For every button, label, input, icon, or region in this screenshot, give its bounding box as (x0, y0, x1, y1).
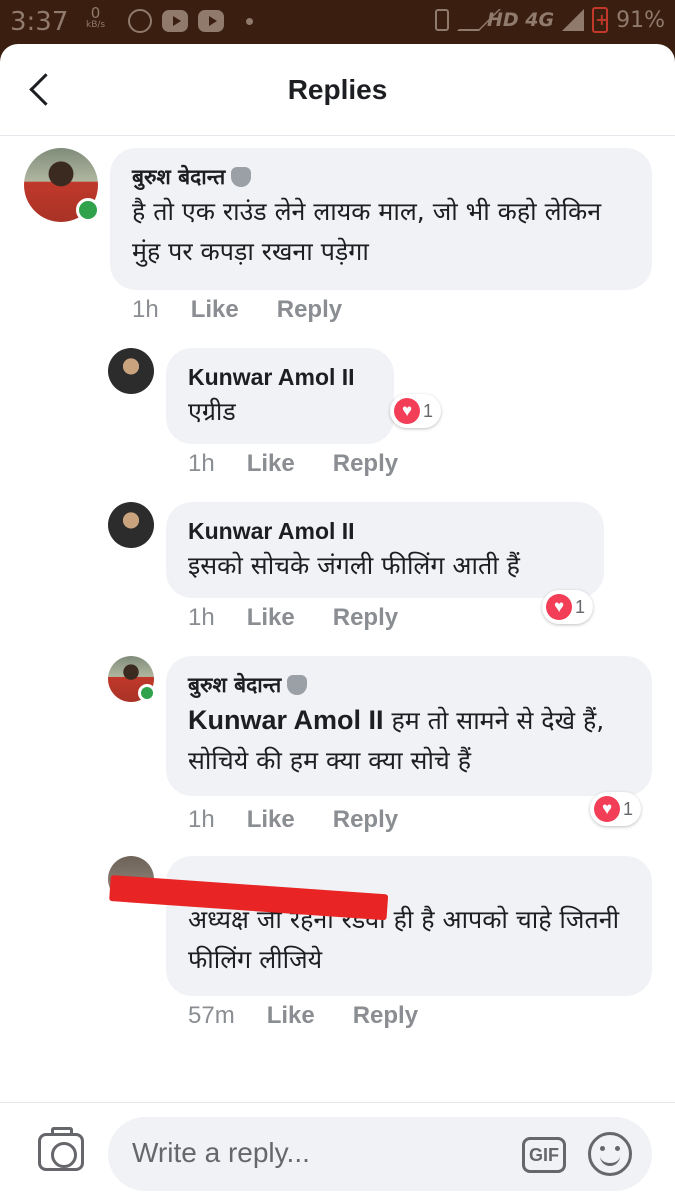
avatar[interactable] (108, 502, 154, 548)
replies-sheet: Replies बुरुश बेदान्त है तो एक राउंड लेन… (0, 44, 675, 1200)
comment-text: Kunwar Amol II हम तो सामने से देखे हैं, … (188, 700, 636, 781)
vibrate-icon (434, 9, 449, 31)
comment-actions: 57m Like Reply (188, 1002, 456, 1030)
reply-button[interactable]: Reply (333, 450, 398, 478)
reply-input[interactable]: Write a reply... (132, 1137, 310, 1169)
comment-bubble[interactable]: बुरुश बेदान्त Kunwar Amol II हम तो सामने… (166, 656, 652, 796)
comment-time[interactable]: 1h (132, 296, 159, 324)
love-reaction-icon (394, 398, 420, 424)
battery-charging-icon (592, 7, 608, 33)
gif-icon[interactable]: GIF (522, 1137, 566, 1173)
net-speed: 0 kB/s (86, 4, 106, 31)
comment-bubble[interactable]: Kunwar Amol II इसको सोचके जंगली फीलिंग आ… (166, 502, 604, 598)
wave-badge-icon (231, 167, 252, 187)
comment-actions: 1h Like Reply (188, 450, 436, 478)
comment-bubble[interactable]: Kunwar Amol II एग्रीड (166, 348, 394, 444)
notification-icons (128, 9, 253, 33)
mention-link[interactable]: Kunwar Amol II (188, 705, 384, 735)
like-button[interactable]: Like (267, 1002, 315, 1030)
more-notifications-icon (246, 17, 253, 25)
comment-text: अध्यक्ष जी रहना रंडवा ही है आपको चाहे जि… (188, 905, 620, 974)
reply-button[interactable]: Reply (353, 1002, 418, 1030)
reaction-badge[interactable]: 1 (590, 792, 642, 826)
comment-actions: 1h Like Reply (188, 604, 436, 632)
reply-button[interactable]: Reply (333, 806, 398, 834)
reply-input-box[interactable]: Write a reply... GIF (108, 1117, 652, 1191)
comment-author[interactable]: बुरुश बेदान्त (132, 162, 630, 192)
comment-bubble[interactable]: अध्यक्ष जी रहना रंडवा ही है आपको चाहे जि… (166, 856, 652, 996)
reply-button[interactable]: Reply (333, 604, 398, 632)
emoji-icon[interactable] (588, 1132, 632, 1176)
comment-time[interactable]: 1h (188, 450, 215, 478)
page-title: Replies (287, 74, 388, 105)
camera-icon[interactable] (38, 1127, 84, 1171)
signal-empty-icon (457, 9, 479, 31)
author-name[interactable]: बुरुश बेदान्त (132, 162, 225, 192)
reaction-badge[interactable]: 1 (390, 394, 442, 428)
comment-time[interactable]: 1h (188, 604, 215, 632)
status-time: 3:37 (10, 7, 69, 37)
comment-time[interactable]: 57m (188, 1002, 235, 1030)
signal-icon (562, 9, 585, 31)
reaction-count: 1 (575, 596, 586, 617)
comment-text: इसको सोचके जंगली फीलिंग आती हैं (188, 551, 520, 580)
comment-text: है तो एक राउंड लेने लायक माल, जो भी कहो … (132, 197, 602, 266)
reply-button[interactable]: Reply (277, 296, 342, 324)
like-button[interactable]: Like (247, 806, 295, 834)
comment-actions: 1h Like Reply (188, 806, 436, 834)
comment-author[interactable]: Kunwar Amol II (188, 362, 372, 392)
author-name[interactable]: बुरुश बेदान्त (188, 670, 281, 700)
header: Replies (0, 44, 675, 136)
reply-composer: Write a reply... GIF (0, 1102, 675, 1200)
net-speed-unit: kB/s (86, 20, 106, 30)
like-button[interactable]: Like (191, 296, 239, 324)
battery-percent: 91% (616, 7, 665, 33)
online-status-icon (76, 198, 100, 222)
status-right: HD 4G 91% (434, 7, 665, 33)
avatar[interactable] (108, 348, 154, 394)
like-button[interactable]: Like (247, 604, 295, 632)
comment-author[interactable]: Kunwar Amol II (188, 516, 582, 546)
comment-actions: 1h Like Reply (132, 296, 380, 324)
love-reaction-icon (594, 796, 620, 822)
reaction-count: 1 (423, 400, 434, 421)
comment-text: एग्रीड (188, 397, 236, 426)
youtube-icon (198, 10, 224, 32)
comment-time[interactable]: 1h (188, 806, 215, 834)
net-speed-value: 0 (90, 4, 101, 22)
like-button[interactable]: Like (247, 450, 295, 478)
love-reaction-icon (546, 594, 572, 620)
app-notification-icon (128, 9, 152, 33)
wave-badge-icon (287, 675, 308, 695)
comment-author[interactable]: बुरुश बेदान्त (188, 670, 630, 700)
comment-bubble[interactable]: बुरुश बेदान्त है तो एक राउंड लेने लायक म… (110, 148, 652, 290)
status-bar: 3:37 0 kB/s HD 4G 91% (0, 0, 675, 44)
reaction-count: 1 (623, 798, 634, 819)
online-status-icon (138, 684, 156, 702)
reaction-badge[interactable]: 1 (542, 590, 594, 624)
youtube-icon (162, 10, 188, 32)
